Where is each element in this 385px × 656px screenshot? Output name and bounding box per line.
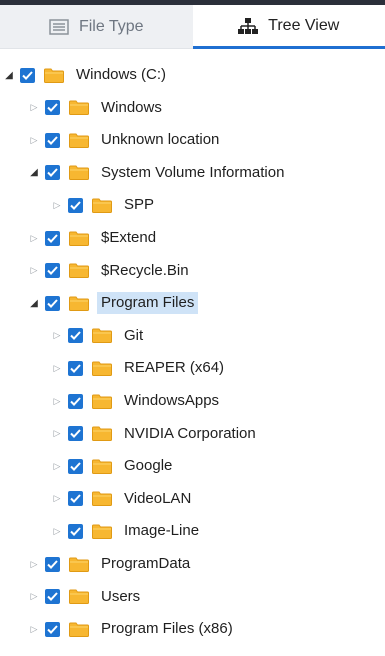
tree-row[interactable]: ▷ ProgramData <box>29 552 194 576</box>
expand-arrow-icon[interactable]: ▷ <box>29 135 39 145</box>
folder-icon <box>92 328 112 344</box>
expand-arrow-icon[interactable]: ▷ <box>52 363 62 373</box>
checkbox[interactable] <box>45 589 60 605</box>
checkbox[interactable] <box>20 67 35 83</box>
tree-icon <box>238 17 259 34</box>
tree-item-label: Users <box>101 587 141 605</box>
folder-icon <box>69 622 89 637</box>
tab-file-type-label: File Type <box>78 17 144 35</box>
tree-item-label: Git <box>124 326 144 344</box>
expand-arrow-icon[interactable]: ▷ <box>29 102 39 113</box>
checkbox[interactable] <box>68 197 83 213</box>
list-icon <box>49 18 69 35</box>
tab-file-type[interactable]: File Type <box>0 5 193 49</box>
expand-arrow-icon[interactable]: ▷ <box>52 330 62 341</box>
folder-icon <box>92 491 112 507</box>
folder-icon <box>92 394 112 409</box>
folder-icon <box>92 198 112 213</box>
expand-arrow-icon[interactable]: ▷ <box>29 265 39 276</box>
collapse-arrow-icon[interactable]: ◢ <box>29 298 39 309</box>
tree-item-label: System Volume Information <box>101 163 285 181</box>
folder-icon <box>92 426 112 442</box>
tree-row[interactable]: ▷ NVIDIA Corporation <box>52 422 260 446</box>
tree-item-label: Windows <box>101 98 162 116</box>
tab-tree-view-label: Tree View <box>268 16 340 34</box>
checkbox[interactable] <box>45 556 60 572</box>
view-tabs: File Type Tree View <box>0 5 385 49</box>
checkbox[interactable] <box>45 100 60 116</box>
checkbox[interactable] <box>68 523 83 539</box>
expand-arrow-icon[interactable]: ▷ <box>29 624 39 634</box>
tree-row[interactable]: ▷ REAPER (x64) <box>52 356 228 380</box>
folder-icon <box>69 231 89 246</box>
tree-item-label: Image-Line <box>124 522 200 540</box>
tree-item-label: Windows (C:) <box>76 66 167 83</box>
checkbox[interactable] <box>45 230 60 246</box>
tree-item-label: SPP <box>124 196 155 214</box>
collapse-arrow-icon[interactable]: ◢ <box>4 70 14 81</box>
folder-icon <box>69 296 89 311</box>
tree-item-label: VideoLAN <box>124 489 192 507</box>
tree-item-label: Program Files <box>97 292 199 315</box>
expand-arrow-icon[interactable]: ▷ <box>52 526 62 536</box>
tree-row[interactable]: ◢ Windows (C:) <box>4 63 170 87</box>
tree-row[interactable]: ▷ Google <box>52 454 176 478</box>
tree-row[interactable]: ▷ Users <box>29 585 144 609</box>
tree-item-label: Program Files (x86) <box>101 620 233 638</box>
tree-row[interactable]: ▷ Windows <box>29 96 166 120</box>
folder-icon <box>69 100 89 116</box>
expand-arrow-icon[interactable]: ▷ <box>52 200 62 210</box>
folder-icon <box>92 524 112 539</box>
expand-arrow-icon[interactable]: ▷ <box>52 461 62 471</box>
folder-icon <box>69 557 89 572</box>
tree-row[interactable]: ▷ WindowsApps <box>52 389 223 413</box>
tree-row[interactable]: ▷ VideoLAN <box>52 487 195 511</box>
tree-row[interactable]: ▷ $Extend <box>29 226 160 250</box>
checkbox[interactable] <box>45 295 60 311</box>
tree-item-label: $Recycle.Bin <box>101 261 189 279</box>
expand-arrow-icon[interactable]: ▷ <box>29 559 39 569</box>
folder-icon <box>69 589 89 605</box>
folder-icon <box>92 361 112 376</box>
folder-icon <box>92 459 112 474</box>
tree-item-label: Google <box>124 457 173 475</box>
tree-row[interactable]: ▷ Image-Line <box>52 519 203 543</box>
tree-row[interactable]: ▷ Unknown location <box>29 128 223 152</box>
checkbox[interactable] <box>68 426 83 442</box>
checkbox[interactable] <box>68 360 83 376</box>
expand-arrow-icon[interactable]: ▷ <box>29 233 39 243</box>
tree-row[interactable]: ▷ $Recycle.Bin <box>29 259 193 283</box>
tree-row[interactable]: ▷ SPP <box>52 193 158 217</box>
tree-item-label: NVIDIA Corporation <box>124 424 256 442</box>
folder-icon <box>69 263 89 279</box>
tree-item-label: ProgramData <box>101 555 191 572</box>
checkbox[interactable] <box>68 328 83 344</box>
tree-item-label: WindowsApps <box>124 392 220 409</box>
expand-arrow-icon[interactable]: ▷ <box>52 428 62 439</box>
expand-arrow-icon[interactable]: ▷ <box>52 493 62 504</box>
tree-row[interactable]: ◢ Program Files <box>29 291 199 315</box>
checkbox[interactable] <box>45 132 60 148</box>
tree-item-label: Unknown location <box>101 131 220 149</box>
tree-row[interactable]: ◢ System Volume Information <box>29 161 288 185</box>
tree-item-label: $Extend <box>101 229 157 246</box>
tree-row[interactable]: ▷ Git <box>52 324 147 348</box>
tree-item-label: REAPER (x64) <box>124 359 225 377</box>
checkbox[interactable] <box>45 165 60 181</box>
checkbox[interactable] <box>45 621 60 637</box>
checkbox[interactable] <box>45 263 60 279</box>
expand-arrow-icon[interactable]: ▷ <box>52 396 62 406</box>
folder-icon <box>44 68 64 83</box>
folder-icon <box>69 165 89 181</box>
expand-arrow-icon[interactable]: ▷ <box>29 591 39 602</box>
checkbox[interactable] <box>68 458 83 474</box>
tab-tree-view[interactable]: Tree View <box>192 5 385 49</box>
checkbox[interactable] <box>68 491 83 507</box>
collapse-arrow-icon[interactable]: ◢ <box>29 167 39 178</box>
checkbox[interactable] <box>68 393 83 409</box>
folder-icon <box>69 133 89 148</box>
tree-row[interactable]: ▷ Program Files (x86) <box>29 617 237 641</box>
